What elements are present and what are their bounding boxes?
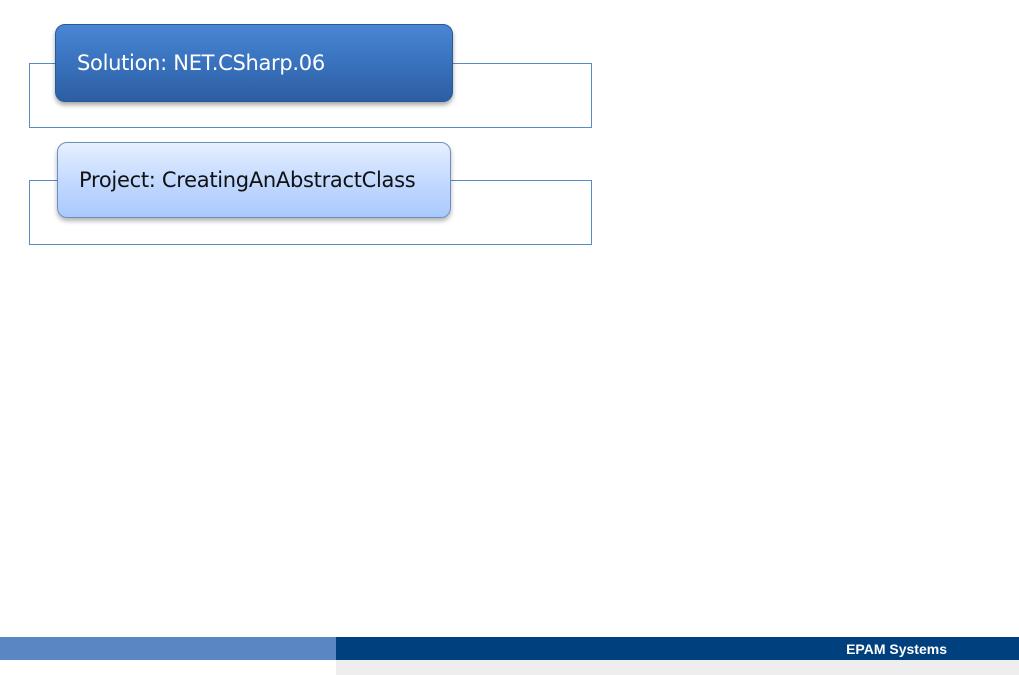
project-label: Project: CreatingAnAbstractClass bbox=[79, 168, 416, 192]
solution-label-box: Solution: NET.CSharp.06 bbox=[55, 24, 453, 102]
solution-label: Solution: NET.CSharp.06 bbox=[77, 51, 325, 75]
footer-bar-right: EPAM Systems bbox=[336, 637, 1019, 660]
footer-bar-left bbox=[0, 637, 336, 660]
project-label-box: Project: CreatingAnAbstractClass bbox=[57, 142, 451, 218]
footer-strip bbox=[336, 660, 1019, 675]
footer-brand: EPAM Systems bbox=[846, 641, 947, 657]
slide: Solution: NET.CSharp.06 Project: Creatin… bbox=[0, 0, 1019, 675]
